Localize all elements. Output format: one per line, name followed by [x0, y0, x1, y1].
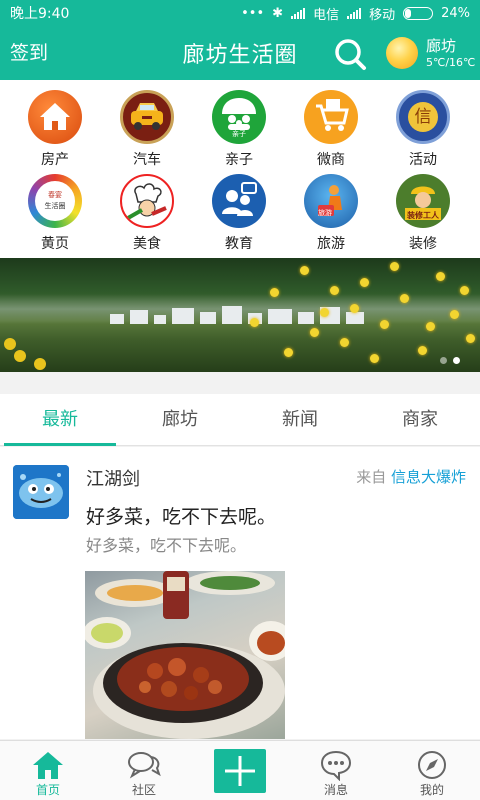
- nav-community[interactable]: 社区: [96, 741, 192, 800]
- post-source-prefix: 来自: [356, 468, 387, 486]
- status-time: 晚上9:40: [10, 6, 70, 22]
- post-source: 来自 信息大爆炸: [356, 466, 466, 487]
- travel-icon-text: 旅游: [318, 209, 332, 217]
- bottom-nav: 首页 社区 消息 我的: [0, 740, 480, 800]
- status-bar: 晚上9:40 ••• ✱ 电信 移动 24%: [0, 0, 480, 26]
- education-icon: [212, 174, 266, 228]
- sunny-icon: [386, 37, 418, 69]
- nav-messages[interactable]: 消息: [288, 741, 384, 800]
- family-icon: 亲子: [212, 90, 266, 144]
- carousel-dots: [440, 357, 460, 364]
- yellow-pages-icon-text-2: 生活圈: [44, 202, 66, 210]
- post-title[interactable]: 好多菜，吃不下去呢。: [86, 502, 276, 529]
- compass-icon: [418, 751, 446, 779]
- feed-list: 江湖剑 来自 信息大爆炸 好多菜，吃不下去呢。 好多菜，吃不下去呢。: [0, 447, 480, 739]
- carousel-dot[interactable]: [453, 357, 460, 364]
- travel-icon: 旅游: [304, 174, 358, 228]
- message-icon: [320, 750, 352, 781]
- nav-label: 我的: [419, 783, 444, 797]
- nav-home[interactable]: 首页: [0, 741, 96, 800]
- nav-label: 消息: [323, 783, 348, 797]
- post-source-link[interactable]: 信息大爆炸: [391, 468, 466, 486]
- home-icon: [33, 752, 63, 779]
- category-label: 教育: [225, 236, 253, 252]
- post-username[interactable]: 江湖剑: [86, 465, 140, 491]
- family-icon-text: 亲子: [232, 130, 246, 138]
- app-header: 签到 廊坊生活圈 廊坊 5℃/16℃: [0, 26, 480, 80]
- category-label: 装修: [409, 236, 437, 252]
- chat-bubbles-icon: [128, 752, 161, 779]
- shopping-cart-icon: [304, 90, 358, 144]
- category-travel[interactable]: 旅游 旅游: [291, 166, 371, 252]
- weather-city: 廊坊: [426, 37, 457, 55]
- yellow-pages-inner: 春宴 生活圈: [35, 181, 75, 221]
- tab-news[interactable]: 新闻: [240, 394, 360, 445]
- activity-icon-text: 信: [408, 102, 438, 132]
- activity-badge-icon: 信: [396, 90, 450, 144]
- feed-tabs: 最新 廊坊 新闻 商家: [0, 394, 480, 446]
- signal-icon: [291, 7, 306, 19]
- nav-label: 首页: [35, 783, 60, 797]
- category-renovation[interactable]: 装修工人 装修: [383, 166, 463, 252]
- category-label: 黄页: [41, 236, 69, 252]
- weather-temp: 5℃/16℃: [426, 56, 476, 69]
- carrier-label-1: 电信: [313, 7, 340, 23]
- category-grid: 房产 汽车 亲子 亲子 微商 信 活动 春宴 生活圈 黄页 美食 教育 旅游 旅…: [0, 80, 480, 258]
- chef-icon: [120, 174, 174, 228]
- battery-icon: [403, 6, 434, 20]
- post-body: 好多菜，吃不下去呢。: [86, 536, 247, 555]
- category-yellow-pages[interactable]: 春宴 生活圈 黄页: [15, 166, 95, 252]
- more-dots-icon: •••: [241, 5, 265, 21]
- post-image[interactable]: [85, 571, 285, 739]
- carrier-label-2: 移动: [369, 7, 396, 23]
- category-food[interactable]: 美食: [107, 166, 187, 252]
- yellow-pages-icon: 春宴 生活圈: [28, 174, 82, 228]
- status-indicators: ••• ✱ 电信 移动 24%: [241, 4, 470, 23]
- category-house[interactable]: 房产: [15, 82, 95, 168]
- house-icon: [28, 90, 82, 144]
- renovation-icon-text: 装修工人: [407, 211, 439, 220]
- category-wechat-shop[interactable]: 微商: [291, 82, 371, 168]
- nav-profile[interactable]: 我的: [384, 741, 480, 800]
- carousel-dot[interactable]: [440, 357, 447, 364]
- banner-flowers: [240, 258, 480, 372]
- banner-carousel[interactable]: [0, 258, 480, 372]
- category-family[interactable]: 亲子 亲子: [199, 82, 279, 168]
- renovation-worker-icon: 装修工人: [396, 174, 450, 228]
- category-education[interactable]: 教育: [199, 166, 279, 252]
- avatar[interactable]: [13, 465, 69, 519]
- category-label: 美食: [133, 236, 161, 252]
- plus-icon: [214, 749, 266, 793]
- battery-percent: 24%: [441, 5, 470, 21]
- tab-langfang[interactable]: 廊坊: [120, 394, 240, 445]
- bluetooth-icon: ✱: [272, 5, 284, 21]
- tab-latest[interactable]: 最新: [0, 394, 120, 446]
- nav-add[interactable]: [192, 741, 288, 800]
- car-icon: [120, 90, 174, 144]
- category-label: 旅游: [317, 236, 345, 252]
- category-car[interactable]: 汽车: [107, 82, 187, 168]
- signal-icon-2: [347, 7, 362, 19]
- yellow-pages-icon-text: 春宴: [48, 191, 62, 199]
- search-icon[interactable]: [333, 37, 367, 71]
- nav-label: 社区: [131, 783, 156, 797]
- tab-merchants[interactable]: 商家: [360, 394, 480, 445]
- weather-widget[interactable]: 廊坊 5℃/16℃: [386, 34, 480, 74]
- category-activity[interactable]: 信 活动: [383, 82, 463, 168]
